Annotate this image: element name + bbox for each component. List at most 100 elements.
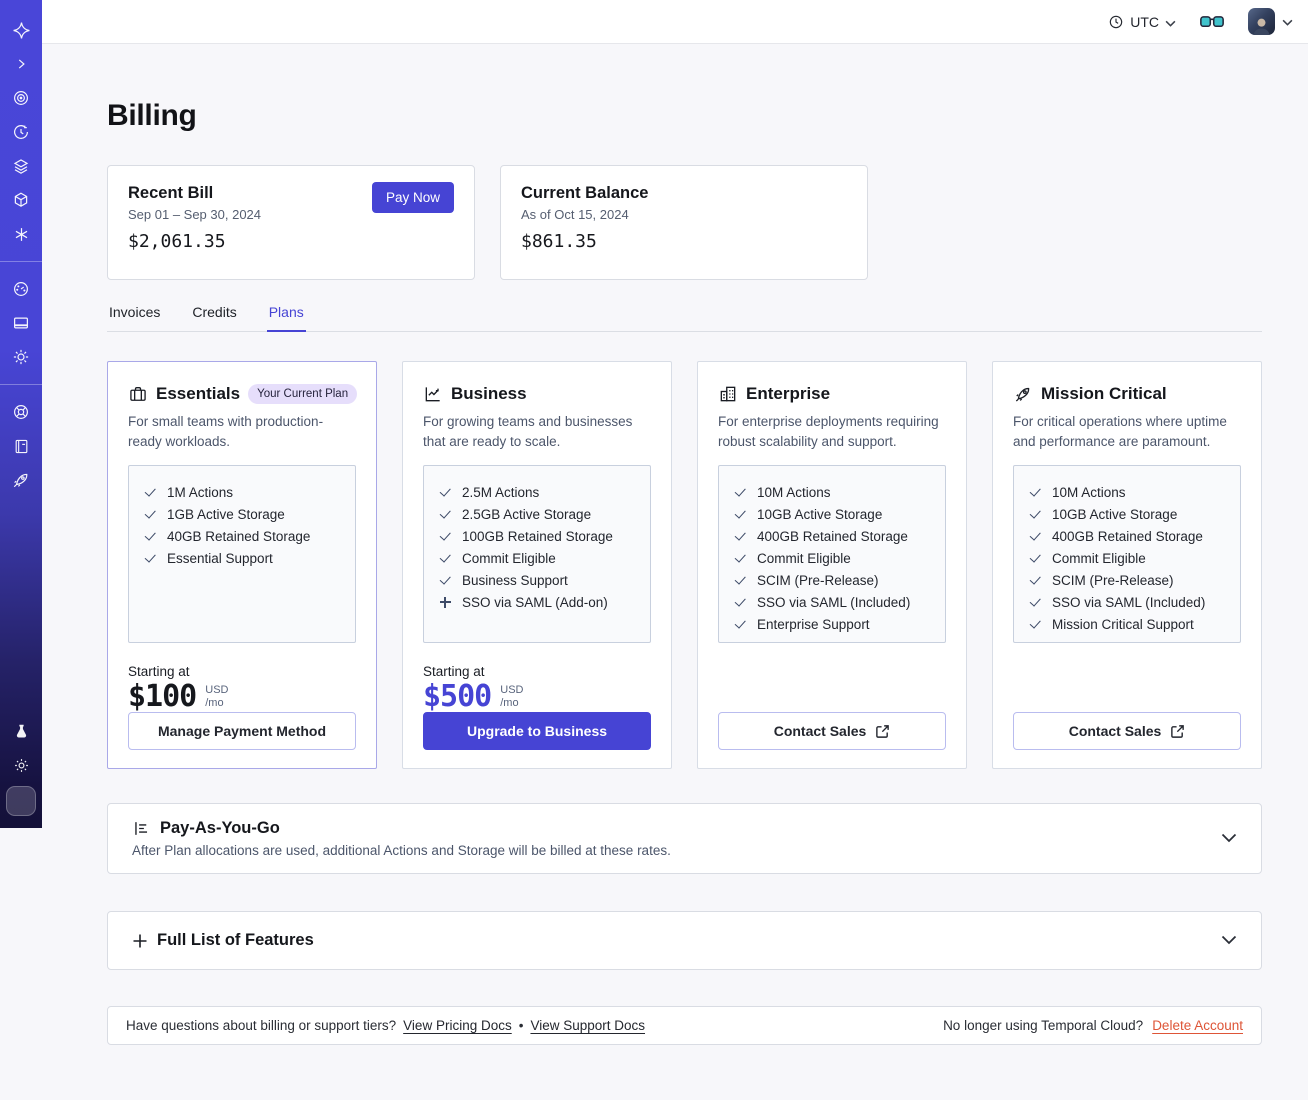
getting-started-rocket-icon[interactable] [0,463,42,497]
check-icon [143,507,157,521]
page-title: Billing [107,99,197,132]
feature-text: 400GB Retained Storage [757,528,908,544]
feature-text: 10M Actions [1052,484,1126,500]
check-icon [733,617,747,631]
chevron-down-icon[interactable] [1221,830,1237,848]
check-icon [1028,573,1042,587]
nexus-asterisk-icon[interactable] [0,217,42,251]
full-features-title: Full List of Features [157,931,314,949]
period-label: /mo [500,697,519,710]
check-icon [438,507,452,521]
toolbox-icon [130,387,146,401]
check-icon [1028,529,1042,543]
check-icon [1028,617,1042,631]
theme-sun-icon[interactable] [0,748,42,782]
check-icon [1028,507,1042,521]
upgrade-business-button[interactable]: Upgrade to Business [423,712,651,750]
feature-text: Commit Eligible [462,550,556,566]
current-balance-amount: $861.35 [521,231,597,252]
bullet-separator: • [518,1018,524,1033]
feature-text: 400GB Retained Storage [1052,528,1203,544]
plan-description: For growing teams and businesses that ar… [423,414,633,449]
plus-icon [438,595,452,609]
contact-sales-button[interactable]: Contact Sales [718,712,946,750]
feature-text: 2.5M Actions [462,484,540,500]
feedback-glasses-icon[interactable] [1200,15,1224,29]
feature-text: Commit Eligible [757,550,851,566]
timezone-label: UTC [1130,13,1159,30]
external-link-icon [1171,724,1185,738]
plan-card-business: Business For growing teams and businesse… [402,361,672,769]
plan-cards-row: Essentials Your Current Plan For small t… [107,361,1262,769]
expand-sidebar-chevron-icon[interactable] [0,47,42,81]
feature-text: SSO via SAML (Add-on) [462,594,608,610]
deployments-icon[interactable] [0,149,42,183]
usage-gauge-icon[interactable] [0,272,42,306]
feature-text: Enterprise Support [757,616,870,632]
chevron-down-icon [1282,13,1293,31]
check-icon [143,551,157,565]
current-balance-title: Current Balance [521,184,649,202]
current-balance-card: Current Balance As of Oct 15, 2024 $861.… [500,165,868,280]
topbar: UTC [42,0,1308,44]
check-icon [1028,485,1042,499]
delete-account-link[interactable]: Delete Account [1152,1018,1243,1033]
dollar-coin-icon [13,793,30,810]
feature-text: 100GB Retained Storage [462,528,613,544]
feature-text: SCIM (Pre-Release) [757,572,879,588]
full-features-accordion[interactable]: Full List of Features [107,911,1262,970]
billing-page: Billing Recent Bill Sep 01 – Sep 30, 202… [42,44,1308,1045]
timezone-selector[interactable]: UTC [1108,14,1176,30]
pricing-docs-link[interactable]: View Pricing Docs [403,1018,512,1033]
pay-now-button[interactable]: Pay Now [371,182,454,213]
current-plan-badge: Your Current Plan [248,384,358,404]
plan-name: Enterprise [746,384,831,403]
sidebar [0,0,42,828]
check-icon [733,595,747,609]
contact-sales-label: Contact Sales [1068,723,1162,739]
manage-payment-button[interactable]: Manage Payment Method [128,712,356,750]
chart-icon [425,387,440,402]
delete-question: No longer using Temporal Cloud? [943,1018,1144,1033]
chevron-down-icon[interactable] [1221,932,1237,950]
contact-sales-button[interactable]: Contact Sales [1013,712,1241,750]
feature-text: SSO via SAML (Included) [1052,594,1206,610]
plan-description: For critical operations where uptime and… [1013,414,1227,449]
account-menu[interactable] [1248,8,1293,35]
tab-invoices[interactable]: Invoices [107,304,162,331]
billing-card-icon[interactable] [0,306,42,340]
feature-box: 1M Actions 1GB Active Storage 40GB Retai… [128,465,356,644]
check-icon [143,485,157,499]
check-icon [733,507,747,521]
support-lifebuoy-icon[interactable] [0,395,42,429]
support-docs-link[interactable]: View Support Docs [530,1018,645,1033]
plan-price: $100 [128,679,197,715]
starting-at-label: Starting at [128,664,190,680]
docs-book-icon[interactable] [0,429,42,463]
recent-bill-amount: $2,061.35 [128,231,226,252]
sidebar-divider [0,261,42,262]
check-icon [733,529,747,543]
currency-label: USD [500,684,524,697]
plus-icon [133,934,147,947]
schedules-icon[interactable] [0,115,42,149]
recent-bill-card: Recent Bill Sep 01 – Sep 30, 2024 $2,061… [107,165,475,280]
plan-name: Business [451,384,527,403]
check-icon [1028,595,1042,609]
plan-name: Mission Critical [1041,384,1167,403]
settings-gear-icon[interactable] [0,340,42,374]
feature-text: 10GB Active Storage [757,506,883,522]
tab-credits[interactable]: Credits [190,304,238,331]
labs-flask-icon[interactable] [0,714,42,748]
check-icon [733,573,747,587]
check-icon [1028,551,1042,565]
payg-accordion[interactable]: Pay-As-You-Go After Plan allocations are… [107,803,1262,874]
billing-active-item[interactable] [6,786,36,816]
temporal-logo-icon[interactable] [0,13,42,47]
feature-text: Commit Eligible [1052,550,1146,566]
tab-plans[interactable]: Plans [266,304,306,332]
check-icon [143,529,157,543]
feature-text: Mission Critical Support [1052,616,1194,632]
namespaces-icon[interactable] [0,81,42,115]
workers-cube-icon[interactable] [0,183,42,217]
